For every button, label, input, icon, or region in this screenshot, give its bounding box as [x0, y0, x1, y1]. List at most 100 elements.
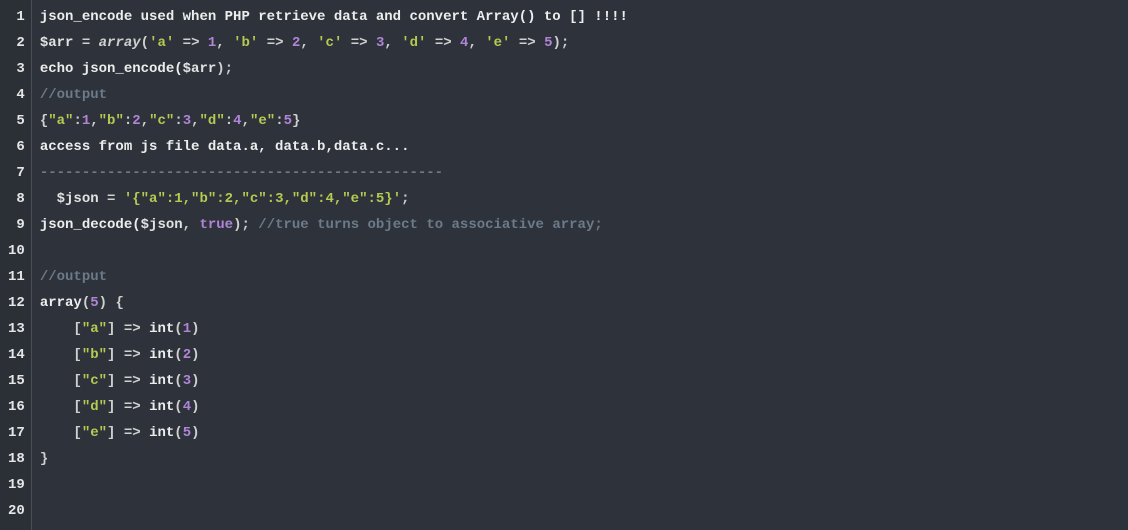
punct: ,	[90, 113, 98, 129]
arrow: =>	[510, 35, 544, 51]
code-editor[interactable]: json_encode used when PHP retrieve data …	[32, 0, 1128, 530]
line-number: 19	[8, 472, 25, 498]
string: 'd'	[401, 35, 426, 51]
line-number-gutter: 1 2 3 4 5 6 7 8 9 10 11 12 13 14 15 16 1…	[0, 0, 32, 530]
punct: ,	[468, 35, 485, 51]
string: 'a'	[149, 35, 174, 51]
variable: $json	[141, 217, 183, 233]
punct: :	[73, 113, 81, 129]
line-number: 12	[8, 290, 25, 316]
keyword: array	[40, 295, 82, 311]
code-line: ["c"] => int(3)	[40, 368, 1120, 394]
variable: $arr	[40, 35, 74, 51]
punct: );	[552, 35, 569, 51]
number: 4	[233, 113, 241, 129]
code-line: ["b"] => int(2)	[40, 342, 1120, 368]
line-number: 8	[8, 186, 25, 212]
code-text: access from js file data.a, data.b,data.…	[40, 139, 410, 155]
punct: ,	[191, 113, 199, 129]
string: 'e'	[485, 35, 510, 51]
json-key: "d"	[200, 113, 225, 129]
punct: (	[174, 321, 182, 337]
line-number: 7	[8, 160, 25, 186]
line-number: 4	[8, 82, 25, 108]
punct: )	[191, 425, 199, 441]
arrow: =>	[342, 35, 376, 51]
punct: (	[174, 373, 182, 389]
punct: );	[233, 217, 258, 233]
string: 'b'	[233, 35, 258, 51]
punct: )	[191, 347, 199, 363]
arrow: ] =>	[107, 373, 149, 389]
divider: ----------------------------------------…	[40, 165, 443, 181]
punct: }	[40, 451, 48, 467]
punct: ,	[183, 217, 200, 233]
punct: [	[40, 347, 82, 363]
string: '{"a":1,"b":2,"c":3,"d":4,"e":5}'	[124, 191, 401, 207]
func-call: json_encode(	[73, 61, 182, 77]
json-key: "b"	[99, 113, 124, 129]
variable: $json	[40, 191, 99, 207]
punct: ,	[242, 113, 250, 129]
punct: [	[40, 399, 82, 415]
comment: //output	[40, 87, 107, 103]
keyword: echo	[40, 61, 74, 77]
arrow: =>	[426, 35, 460, 51]
punct: )	[191, 373, 199, 389]
arrow: ] =>	[107, 399, 149, 415]
punct: ) {	[99, 295, 124, 311]
json-key: "d"	[82, 399, 107, 415]
punct: (	[174, 347, 182, 363]
string: 'c'	[317, 35, 342, 51]
arrow: ] =>	[107, 347, 149, 363]
code-text: json_encode used when PHP retrieve data …	[40, 9, 628, 25]
code-line: echo json_encode($arr);	[40, 56, 1120, 82]
type: int	[149, 425, 174, 441]
json-key: "e"	[250, 113, 275, 129]
code-line: $arr = array('a' => 1, 'b' => 2, 'c' => …	[40, 30, 1120, 56]
punct: ,	[141, 113, 149, 129]
punct: :	[275, 113, 283, 129]
punct: (	[141, 35, 149, 51]
number: 4	[183, 399, 191, 415]
arrow: ] =>	[107, 321, 149, 337]
code-line: ----------------------------------------…	[40, 160, 1120, 186]
punct: )	[191, 321, 199, 337]
number: 5	[90, 295, 98, 311]
number: 2	[183, 347, 191, 363]
number: 2	[132, 113, 140, 129]
code-line: {"a":1,"b":2,"c":3,"d":4,"e":5}	[40, 108, 1120, 134]
comment: //output	[40, 269, 107, 285]
arrow: =>	[174, 35, 208, 51]
line-number: 10	[8, 238, 25, 264]
arrow: =>	[258, 35, 292, 51]
punct: ,	[216, 35, 233, 51]
code-line: ["a"] => int(1)	[40, 316, 1120, 342]
operator: =	[73, 35, 98, 51]
code-line: array(5) {	[40, 290, 1120, 316]
line-number: 2	[8, 30, 25, 56]
line-number: 6	[8, 134, 25, 160]
json-key: "c"	[82, 373, 107, 389]
punct: [	[40, 425, 82, 441]
punct: (	[82, 295, 90, 311]
line-number: 9	[8, 212, 25, 238]
line-number: 5	[8, 108, 25, 134]
bool: true	[199, 217, 233, 233]
code-line: access from js file data.a, data.b,data.…	[40, 134, 1120, 160]
number: 5	[183, 425, 191, 441]
punct: )	[191, 399, 199, 415]
json-key: "b"	[82, 347, 107, 363]
punct: ,	[384, 35, 401, 51]
operator: =	[99, 191, 124, 207]
line-number: 13	[8, 316, 25, 342]
line-number: 18	[8, 446, 25, 472]
punct: (	[174, 425, 182, 441]
code-line: json_encode used when PHP retrieve data …	[40, 4, 1120, 30]
number: 1	[183, 321, 191, 337]
code-line	[40, 472, 1120, 498]
punct: );	[216, 61, 233, 77]
comment: //true turns object to associative array…	[258, 217, 602, 233]
line-number: 15	[8, 368, 25, 394]
number: 3	[183, 113, 191, 129]
